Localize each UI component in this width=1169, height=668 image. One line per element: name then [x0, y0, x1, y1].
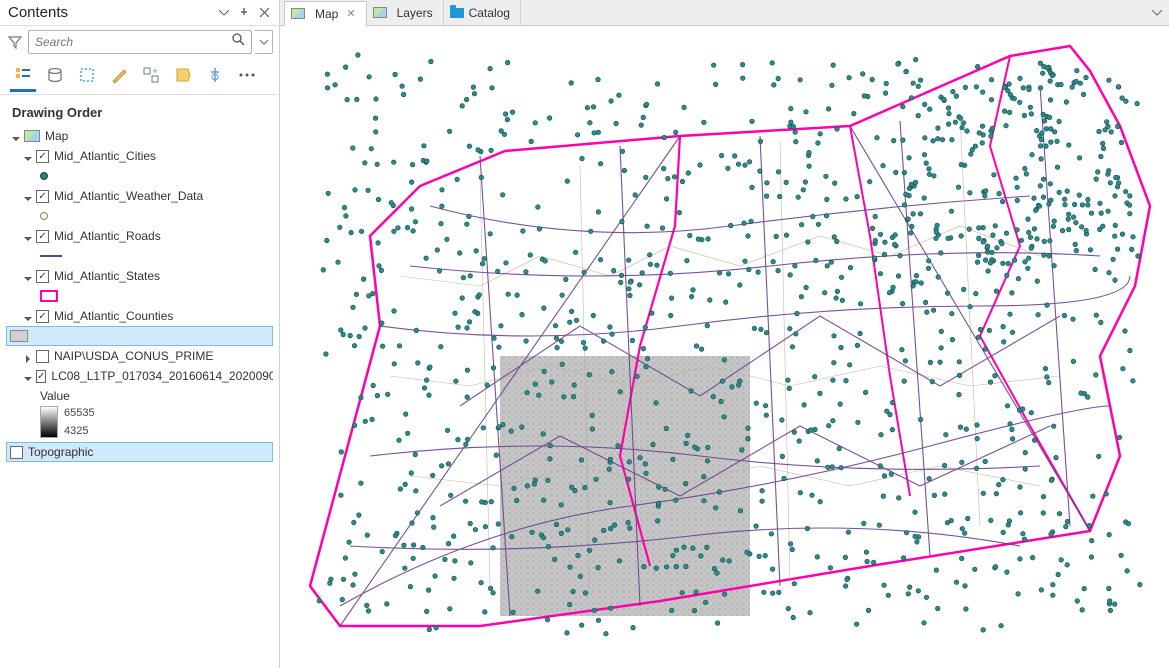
- layer-states-symbol[interactable]: [6, 286, 273, 306]
- layer-visibility-checkbox[interactable]: [36, 190, 49, 203]
- layers-icon: [373, 7, 387, 18]
- caret-down-icon[interactable]: [24, 312, 32, 320]
- layer-tree: Map Mid_Atlantic_Cities Mid_Atlantic_Wea…: [0, 126, 279, 468]
- state-boundary: [850, 126, 910, 496]
- caret-down-icon[interactable]: [24, 192, 32, 200]
- close-icon[interactable]: ✕: [346, 7, 355, 20]
- list-by-perspective-button[interactable]: [204, 64, 226, 86]
- tab-catalog[interactable]: Catalog: [444, 0, 521, 25]
- layer-label: Mid_Atlantic_States: [54, 269, 160, 283]
- fill-symbol-icon: [10, 330, 28, 342]
- layer-counties[interactable]: Mid_Atlantic_Counties: [6, 306, 273, 326]
- tab-layers[interactable]: Layers: [367, 0, 444, 25]
- layer-cities[interactable]: Mid_Atlantic_Cities: [6, 146, 273, 166]
- map-icon: [291, 8, 305, 19]
- tab-map[interactable]: Map ✕: [284, 1, 367, 26]
- caret-down-icon[interactable]: [24, 272, 32, 280]
- pin-icon[interactable]: [237, 6, 251, 20]
- tab-label: Layers: [397, 6, 433, 20]
- layer-weather-symbol[interactable]: [6, 206, 273, 226]
- caret-down-icon[interactable]: [24, 372, 32, 380]
- layer-visibility-checkbox[interactable]: [10, 446, 23, 459]
- map-icon: [24, 130, 40, 142]
- more-options-icon[interactable]: [236, 64, 258, 86]
- map-root-item[interactable]: Map: [6, 126, 273, 146]
- search-row: [0, 26, 279, 58]
- value-gradient: 65535 4325: [6, 406, 273, 438]
- value-max: 65535: [64, 407, 95, 419]
- layer-visibility-checkbox[interactable]: [36, 270, 49, 283]
- map-svg: [280, 26, 1169, 668]
- layer-visibility-checkbox[interactable]: [36, 350, 49, 363]
- search-dropdown[interactable]: [255, 30, 273, 54]
- contents-header: Contents: [0, 0, 279, 26]
- close-icon[interactable]: [257, 6, 271, 20]
- layer-label: LC08_L1TP_017034_20160614_2020090...: [51, 369, 273, 383]
- layer-topographic[interactable]: Topographic: [6, 442, 273, 462]
- caret-down-icon[interactable]: [12, 132, 20, 140]
- layer-label: Mid_Atlantic_Cities: [54, 149, 156, 163]
- list-by-selection-button[interactable]: [76, 64, 98, 86]
- layer-visibility-checkbox[interactable]: [36, 310, 49, 323]
- layer-label: Topographic: [28, 445, 93, 459]
- layer-roads[interactable]: Mid_Atlantic_Roads: [6, 226, 273, 246]
- layer-weather[interactable]: Mid_Atlantic_Weather_Data: [6, 186, 273, 206]
- layer-visibility-checkbox[interactable]: [36, 150, 49, 163]
- layer-counties-symbol[interactable]: [6, 326, 273, 346]
- search-input-container: [28, 30, 252, 54]
- tabs-menu-dropdown[interactable]: [1145, 0, 1169, 25]
- layer-label: Mid_Atlantic_Counties: [54, 309, 173, 323]
- contents-panel: Contents + Drawing Order Map Mid_Atl: [0, 0, 280, 668]
- layer-label: Mid_Atlantic_Weather_Data: [54, 189, 203, 203]
- list-by-labeling-button[interactable]: [172, 64, 194, 86]
- value-min: 4325: [64, 425, 95, 437]
- drawing-order-heading: Drawing Order: [0, 95, 279, 126]
- contents-toolbar: +: [0, 58, 279, 95]
- layer-label: Mid_Atlantic_Roads: [54, 229, 161, 243]
- line-symbol-icon: [40, 255, 62, 257]
- main-area: Map ✕ Layers Catalog: [280, 0, 1169, 668]
- catalog-icon: [450, 8, 464, 18]
- search-input[interactable]: [35, 35, 232, 49]
- point-symbol-icon: [40, 172, 48, 180]
- caret-right-icon[interactable]: [24, 352, 32, 360]
- contents-title: Contents: [8, 4, 211, 21]
- list-by-drawing-order-button[interactable]: [12, 64, 34, 86]
- layer-states[interactable]: Mid_Atlantic_States: [6, 266, 273, 286]
- value-range: 65535 4325: [64, 406, 95, 438]
- caret-down-icon[interactable]: [24, 152, 32, 160]
- layer-cities-symbol[interactable]: [6, 166, 273, 186]
- layer-visibility-checkbox[interactable]: [36, 230, 49, 243]
- map-label: Map: [45, 129, 68, 143]
- caret-down-icon[interactable]: [24, 232, 32, 240]
- list-by-editing-button[interactable]: [108, 64, 130, 86]
- search-icon[interactable]: [232, 33, 245, 51]
- tab-label: Catalog: [469, 6, 510, 20]
- outline-symbol-icon: [40, 290, 58, 302]
- value-heading: Value: [6, 386, 273, 406]
- chevron-down-icon[interactable]: [217, 6, 231, 20]
- view-tabs: Map ✕ Layers Catalog: [280, 0, 1169, 26]
- svg-text:+: +: [152, 66, 157, 76]
- gradient-symbol-icon: [40, 406, 58, 438]
- layer-label: NAIP\USDA_CONUS_PRIME: [54, 349, 213, 363]
- layer-visibility-checkbox[interactable]: [36, 370, 46, 383]
- map-canvas[interactable]: [280, 26, 1169, 668]
- point-symbol-icon: [40, 212, 48, 220]
- layer-roads-symbol[interactable]: [6, 246, 273, 266]
- layer-naip[interactable]: NAIP\USDA_CONUS_PRIME: [6, 346, 273, 366]
- tab-label: Map: [315, 7, 338, 21]
- filter-icon[interactable]: [6, 33, 24, 51]
- list-by-snapping-button[interactable]: +: [140, 64, 162, 86]
- layer-landsat[interactable]: LC08_L1TP_017034_20160614_2020090...: [6, 366, 273, 386]
- list-by-source-button[interactable]: [44, 64, 66, 86]
